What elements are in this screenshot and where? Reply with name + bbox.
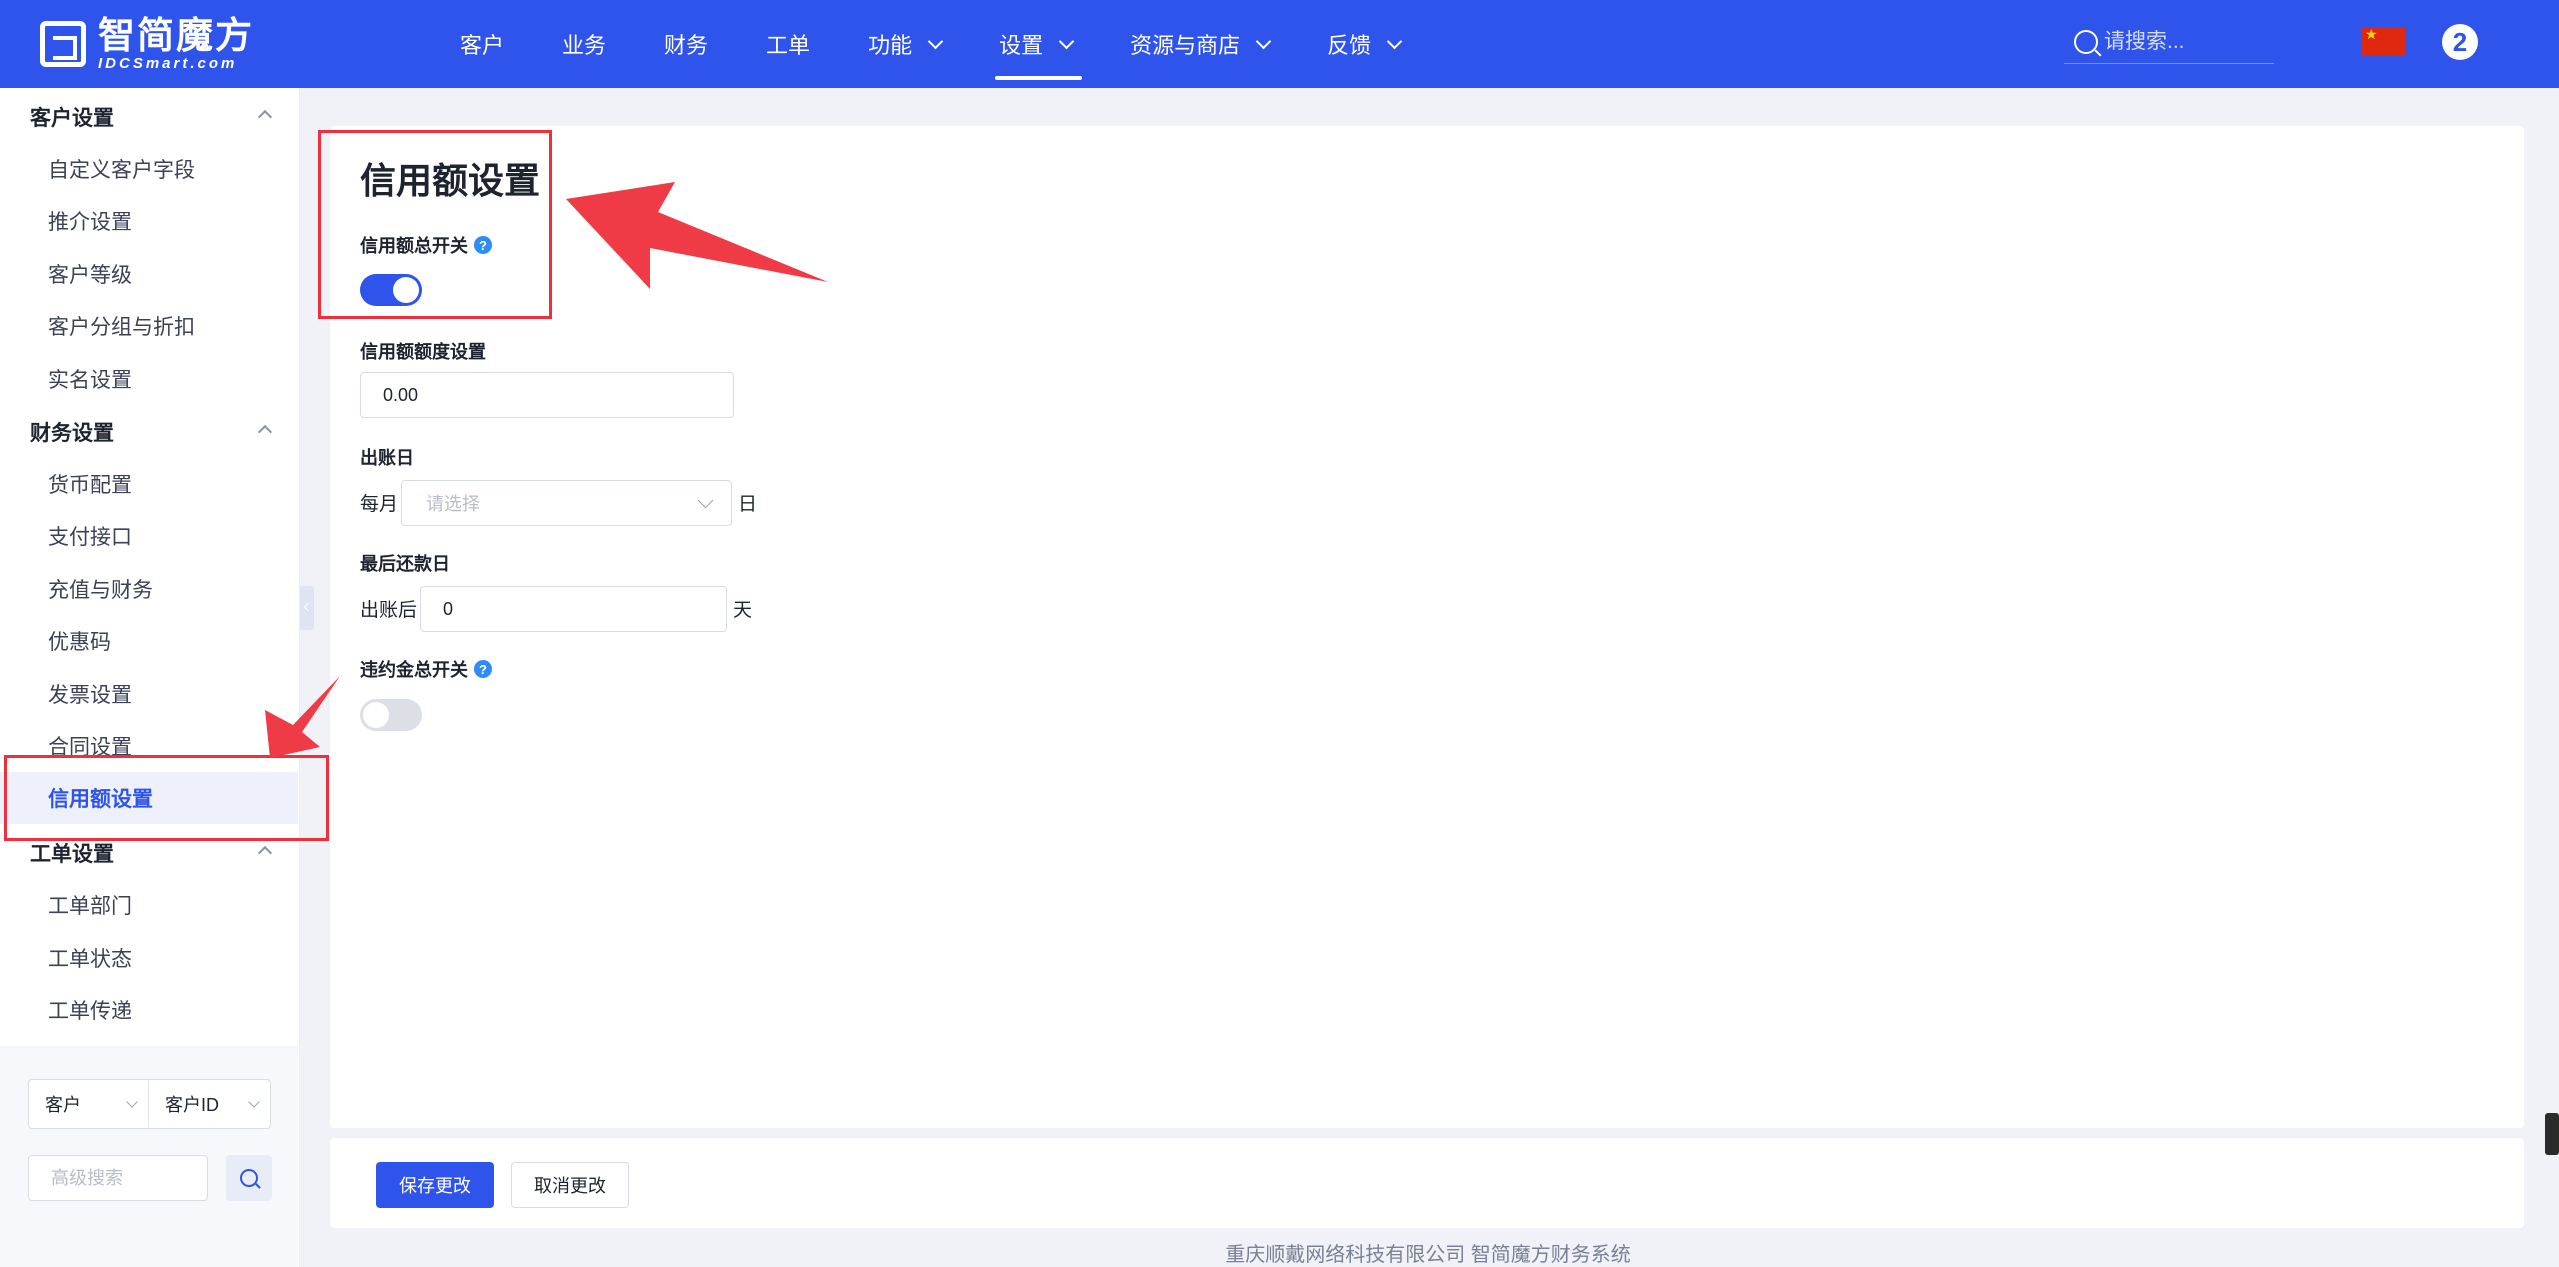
annotation-arrow-right [566,182,828,289]
annotation-arrow-left [265,676,340,758]
annotation-arrows [265,182,828,758]
page-scroll-handle[interactable] [2545,1113,2559,1155]
